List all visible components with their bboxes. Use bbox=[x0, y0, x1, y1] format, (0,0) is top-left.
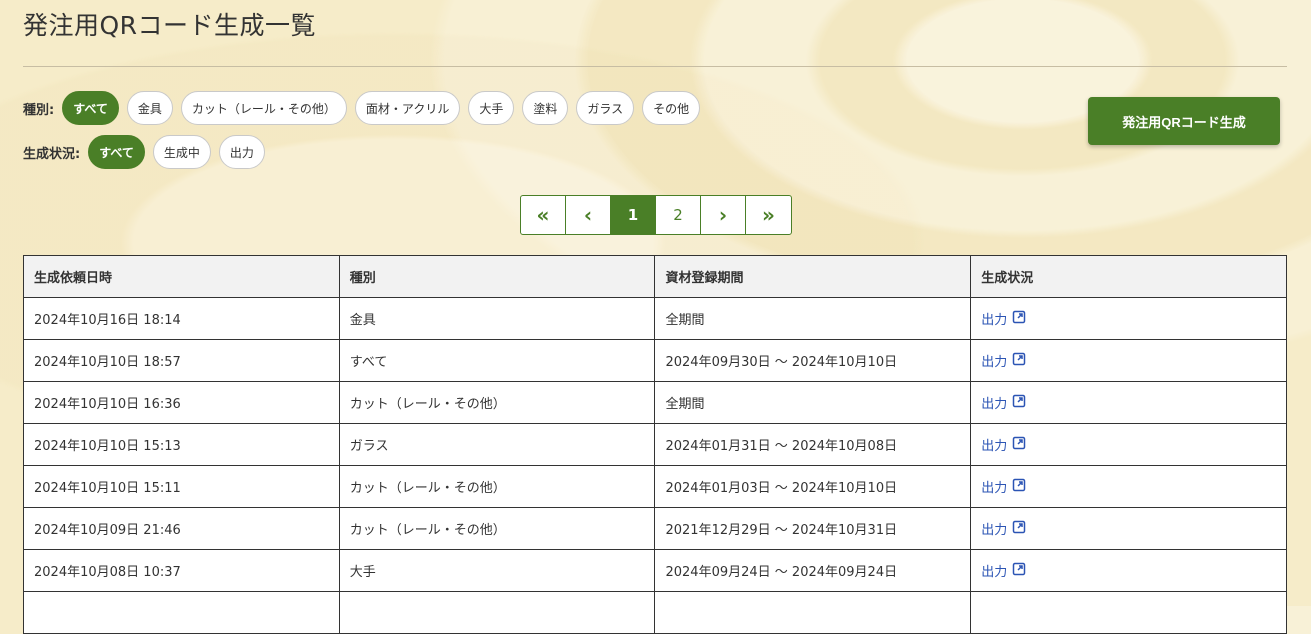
status-cell: 出力 bbox=[970, 339, 1287, 382]
kind-cell: 大手 bbox=[338, 549, 656, 592]
period-cell: 2021年12月29日 〜 2024年10月31日 bbox=[654, 507, 972, 550]
kind-filter-chip[interactable]: 面材・アクリル bbox=[354, 91, 461, 125]
output-link[interactable]: 出力 bbox=[981, 351, 1027, 371]
last-page-button[interactable]: » bbox=[746, 196, 791, 234]
period-cell bbox=[654, 591, 972, 634]
external-link-icon bbox=[1011, 351, 1027, 371]
table-header-row: 生成依頼日時 種別 資材登録期間 生成状況 bbox=[23, 255, 1287, 298]
table-row: 2024年10月08日 10:37 大手 2024年09月24日 〜 2024年09… bbox=[23, 549, 1287, 592]
external-link-icon bbox=[1011, 309, 1027, 329]
header-requested-at: 生成依頼日時 bbox=[23, 255, 340, 298]
first-page-button[interactable]: « bbox=[521, 196, 566, 234]
requested-at-cell: 2024年10月08日 10:37 bbox=[23, 549, 340, 592]
output-link[interactable]: 出力 bbox=[981, 435, 1027, 455]
table-row: 2024年10月10日 16:36 カット（レール・その他） 全期間 出力 bbox=[23, 381, 1287, 424]
table-row: 2024年10月10日 15:13 ガラス 2024年01月31日 〜 2024年1… bbox=[23, 423, 1287, 466]
output-link[interactable]: 出力 bbox=[981, 519, 1027, 539]
period-cell: 全期間 bbox=[654, 381, 972, 424]
kind-filter: 種別: すべて 金具 カット（レール・その他） 面材・アクリル 大手 塗料 ガラス その他 bbox=[23, 91, 708, 125]
status-cell: 出力 bbox=[970, 423, 1287, 466]
page-button-2[interactable]: 2 bbox=[656, 196, 701, 234]
requested-at-cell: 2024年10月16日 18:14 bbox=[23, 297, 340, 340]
status-cell: 出力 bbox=[970, 549, 1287, 592]
kind-filter-chip[interactable]: 塗料 bbox=[522, 91, 569, 125]
kind-filter-chip[interactable]: すべて bbox=[62, 91, 119, 125]
output-link-label: 出力 bbox=[981, 523, 1008, 538]
kind-cell: 金具 bbox=[338, 297, 656, 340]
table-row: 2024年10月10日 18:57 すべて 2024年09月30日 〜 2024年1… bbox=[23, 339, 1287, 382]
kind-filter-chip[interactable]: 金具 bbox=[126, 91, 173, 125]
header-kind: 種別 bbox=[338, 255, 656, 298]
external-link-icon bbox=[1011, 393, 1027, 413]
requested-at-cell: 2024年10月10日 18:57 bbox=[23, 339, 340, 382]
status-cell bbox=[970, 591, 1287, 634]
status-filter-label: 生成状況: bbox=[23, 146, 81, 162]
status-filter: 生成状況: すべて 生成中 出力 bbox=[23, 135, 273, 169]
output-link[interactable]: 出力 bbox=[981, 393, 1027, 413]
page-title: 発注用QRコード生成一覧 bbox=[23, 11, 317, 40]
page-button-1[interactable]: 1 bbox=[611, 196, 656, 234]
kind-filter-chip[interactable]: カット（レール・その他） bbox=[180, 91, 347, 125]
output-link[interactable]: 出力 bbox=[981, 309, 1027, 329]
page: 発注用QRコード生成一覧 種別: すべて 金具 カット（レール・その他） 面材・アクリ… bbox=[0, 0, 1311, 634]
generate-qr-button[interactable]: 発注用QRコード生成 bbox=[1088, 97, 1280, 145]
kind-cell: すべて bbox=[338, 339, 656, 382]
external-link-icon bbox=[1011, 477, 1027, 497]
kind-filter-chip[interactable]: ガラス bbox=[576, 91, 635, 125]
requested-at-cell bbox=[23, 591, 340, 634]
kind-cell: カット（レール・その他） bbox=[338, 507, 656, 550]
output-link-label: 出力 bbox=[981, 355, 1008, 370]
period-cell: 2024年01月31日 〜 2024年10月08日 bbox=[654, 423, 972, 466]
table-row: 2024年10月10日 15:11 カット（レール・その他） 2024年01月03日… bbox=[23, 465, 1287, 508]
external-link-icon bbox=[1011, 561, 1027, 581]
status-cell: 出力 bbox=[970, 465, 1287, 508]
period-cell: 2024年09月30日 〜 2024年10月10日 bbox=[654, 339, 972, 382]
output-link-label: 出力 bbox=[981, 565, 1008, 580]
header-period: 資材登録期間 bbox=[654, 255, 972, 298]
output-link-label: 出力 bbox=[981, 313, 1008, 328]
kind-cell: ガラス bbox=[338, 423, 656, 466]
external-link-icon bbox=[1011, 519, 1027, 539]
output-link-label: 出力 bbox=[981, 397, 1008, 412]
status-filter-chip[interactable]: 出力 bbox=[218, 135, 265, 169]
status-filter-chip[interactable]: 生成中 bbox=[152, 135, 211, 169]
requested-at-cell: 2024年10月10日 16:36 bbox=[23, 381, 340, 424]
kind-filter-chip[interactable]: 大手 bbox=[468, 91, 515, 125]
period-cell: 2024年01月03日 〜 2024年10月10日 bbox=[654, 465, 972, 508]
output-link-label: 出力 bbox=[981, 481, 1008, 496]
qr-generation-table: 生成依頼日時 種別 資材登録期間 生成状況 2024年10月16日 18:14 金… bbox=[23, 255, 1287, 634]
header-status: 生成状況 bbox=[970, 255, 1287, 298]
output-link[interactable]: 出力 bbox=[981, 561, 1027, 581]
next-page-button[interactable]: › bbox=[701, 196, 746, 234]
kind-filter-label: 種別: bbox=[23, 102, 55, 118]
requested-at-cell: 2024年10月10日 15:13 bbox=[23, 423, 340, 466]
output-link[interactable]: 出力 bbox=[981, 477, 1027, 497]
status-filter-chip[interactable]: すべて bbox=[88, 135, 145, 169]
title-divider bbox=[23, 66, 1287, 67]
period-cell: 全期間 bbox=[654, 297, 972, 340]
status-cell: 出力 bbox=[970, 507, 1287, 550]
table-row: 2024年10月09日 21:46 カット（レール・その他） 2021年12月29日… bbox=[23, 507, 1287, 550]
table-row: 2024年10月16日 18:14 金具 全期間 出力 bbox=[23, 297, 1287, 340]
requested-at-cell: 2024年10月10日 15:11 bbox=[23, 465, 340, 508]
kind-filter-chip[interactable]: その他 bbox=[642, 91, 701, 125]
kind-cell: カット（レール・その他） bbox=[338, 381, 656, 424]
period-cell: 2024年09月24日 〜 2024年09月24日 bbox=[654, 549, 972, 592]
status-cell: 出力 bbox=[970, 297, 1287, 340]
prev-page-button[interactable]: ‹ bbox=[566, 196, 611, 234]
kind-cell: カット（レール・その他） bbox=[338, 465, 656, 508]
output-link-label: 出力 bbox=[981, 439, 1008, 454]
table-row bbox=[23, 591, 1287, 634]
external-link-icon bbox=[1011, 435, 1027, 455]
requested-at-cell: 2024年10月09日 21:46 bbox=[23, 507, 340, 550]
pagination: « ‹ 1 2 › » bbox=[520, 195, 792, 235]
status-cell: 出力 bbox=[970, 381, 1287, 424]
kind-cell bbox=[338, 591, 656, 634]
